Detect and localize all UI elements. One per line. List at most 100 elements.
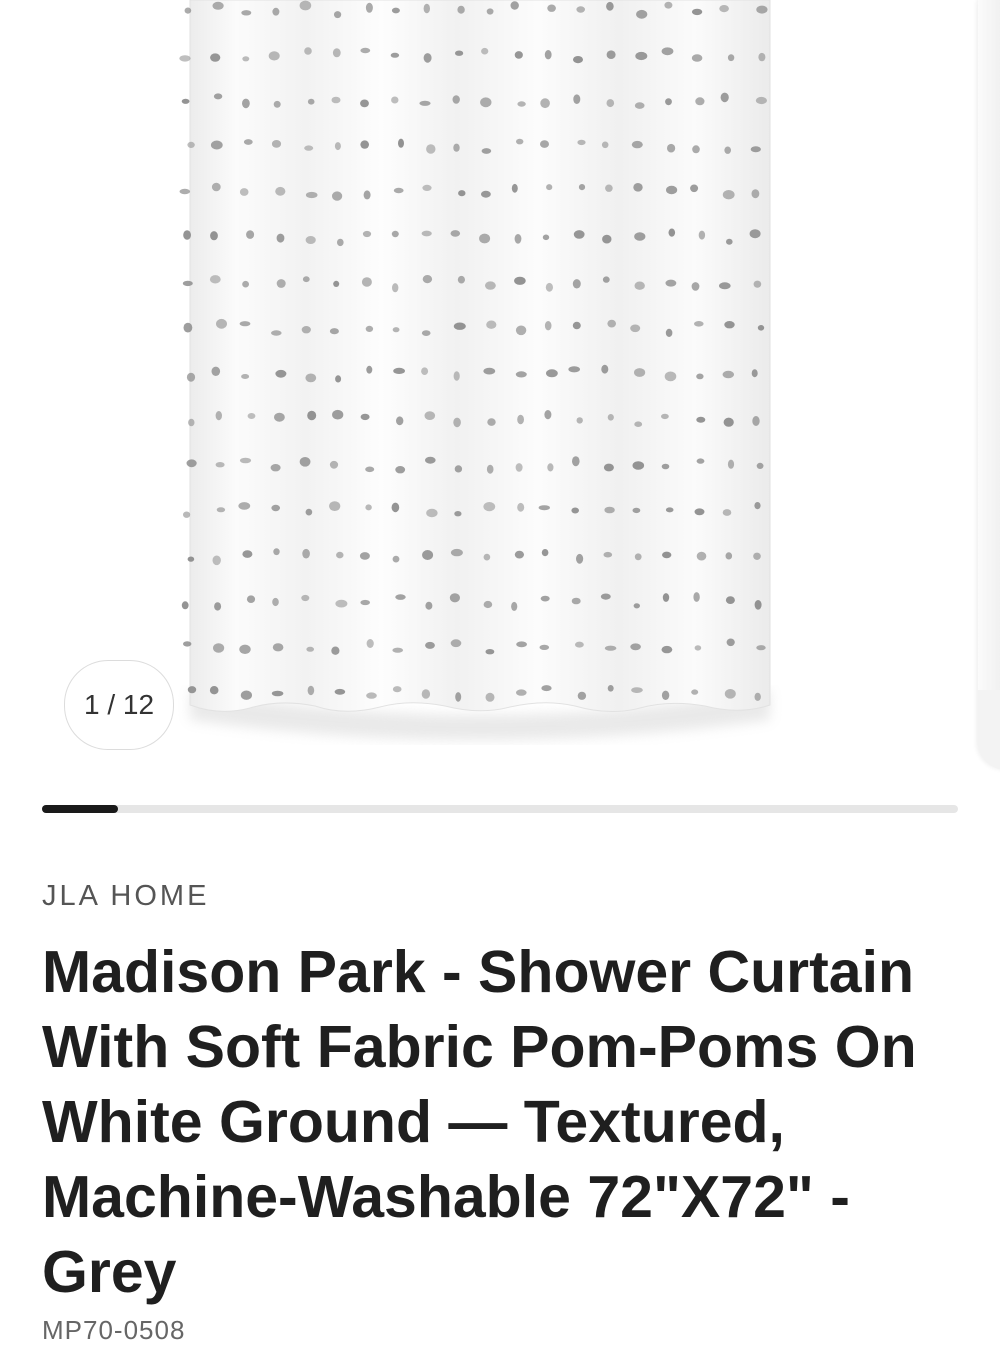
- pompom-dot: [719, 282, 731, 290]
- pompom-dot: [302, 276, 310, 283]
- gallery-progress-bar: [42, 805, 958, 813]
- pompom-dot: [665, 328, 673, 337]
- pompom-dot: [307, 685, 315, 696]
- pompom-dot: [485, 281, 496, 290]
- pompom-dot: [422, 184, 432, 191]
- pompom-dot: [724, 689, 736, 699]
- pompom-dot: [753, 552, 761, 560]
- pompom-dot: [213, 93, 223, 100]
- pompom-dot: [572, 456, 580, 467]
- pompom-dot: [365, 466, 375, 473]
- pompom-dot: [179, 188, 191, 195]
- pompom-dot: [212, 555, 221, 566]
- pompom-dot: [632, 507, 641, 514]
- pompom-dot: [335, 375, 342, 383]
- pompom-dot: [727, 54, 735, 62]
- pompom-dot: [576, 6, 585, 13]
- pompom-dot: [241, 374, 250, 379]
- pompom-dot: [181, 601, 189, 610]
- pompom-dot: [514, 234, 522, 244]
- pompom-dot: [696, 416, 706, 423]
- pompom-dot: [398, 138, 404, 148]
- pompom-dot: [696, 458, 705, 464]
- pompom-dot: [634, 553, 642, 561]
- pompom-dot: [633, 183, 643, 192]
- pompom-dot: [396, 416, 404, 426]
- pompom-dot: [479, 233, 491, 244]
- pompom-dot: [578, 184, 586, 191]
- pompom-dot: [547, 463, 554, 472]
- pompom-dot: [607, 414, 614, 421]
- pompom-dot: [392, 283, 399, 293]
- pompom-dot: [276, 233, 285, 243]
- pompom-dot: [483, 502, 496, 512]
- pompom-dot: [360, 47, 371, 54]
- pompom-dot: [515, 463, 523, 472]
- pompom-dot: [242, 56, 250, 62]
- pompom-dot: [690, 184, 699, 193]
- product-image-carousel[interactable]: 1 / 12: [0, 0, 1000, 780]
- pompom-dot: [636, 9, 648, 19]
- pompom-dot: [242, 280, 250, 288]
- pompom-dot: [691, 8, 703, 16]
- pompom-dot: [606, 50, 616, 59]
- pompom-dot: [391, 230, 399, 238]
- pompom-dot: [756, 462, 764, 469]
- pompom-dot: [454, 465, 463, 473]
- pompom-dot: [272, 597, 279, 607]
- pompom-dot: [724, 146, 731, 154]
- pompom-dot: [546, 184, 553, 191]
- pompom-dot: [668, 228, 676, 237]
- pompom-dot: [719, 5, 729, 13]
- pompom-dot: [604, 645, 617, 651]
- pompom-dot: [457, 275, 465, 284]
- pompom-dot: [634, 421, 643, 428]
- pompom-dot: [276, 279, 286, 288]
- pompom-dot: [483, 553, 491, 561]
- pompom-dot: [304, 145, 314, 151]
- pompom-dot: [210, 53, 221, 62]
- pompom-dot: [607, 319, 616, 328]
- pompom-dot: [332, 48, 341, 58]
- pompom-dot: [333, 280, 340, 287]
- pompom-dot: [395, 466, 406, 474]
- pompom-dot: [544, 410, 552, 420]
- pompom-dot: [516, 641, 527, 648]
- pompom-dot: [334, 142, 341, 151]
- pompom-dot: [425, 641, 435, 649]
- pompom-dot: [511, 601, 518, 611]
- pompom-dot: [633, 603, 640, 609]
- pompom-dot: [271, 140, 282, 148]
- pompom-dot: [450, 639, 462, 648]
- pompom-dot: [514, 550, 525, 559]
- pompom-dot: [665, 279, 677, 287]
- pompom-dot: [187, 141, 195, 148]
- pompom-dot: [486, 320, 497, 329]
- pompom-dot: [273, 100, 281, 108]
- pompom-dot: [247, 413, 256, 419]
- pompom-dot: [450, 230, 461, 237]
- pompom-dot: [480, 97, 492, 108]
- pompom-dot: [510, 1, 519, 10]
- next-slide-preview[interactable]: [978, 0, 1000, 770]
- pompom-dot: [514, 276, 526, 285]
- pompom-dot: [421, 689, 431, 699]
- pompom-dot: [516, 138, 524, 145]
- brand-name[interactable]: JLA HOME: [42, 880, 209, 913]
- pompom-dot: [634, 232, 646, 241]
- pompom-dot: [667, 143, 676, 153]
- pompom-dot: [665, 507, 674, 513]
- pompom-dot: [635, 51, 648, 61]
- pompom-dot: [722, 509, 732, 516]
- pompom-dot: [275, 369, 287, 378]
- pompom-dot: [215, 462, 225, 468]
- pompom-dot: [359, 552, 370, 560]
- pompom-dot: [240, 690, 252, 700]
- pompom-dot: [365, 325, 374, 332]
- pompom-dot: [573, 230, 585, 239]
- pompom-dot: [664, 371, 677, 382]
- pompom-dot: [213, 643, 225, 653]
- pompom-dot: [726, 638, 735, 647]
- pompom-dot: [603, 463, 614, 472]
- pompom-dot: [363, 190, 371, 200]
